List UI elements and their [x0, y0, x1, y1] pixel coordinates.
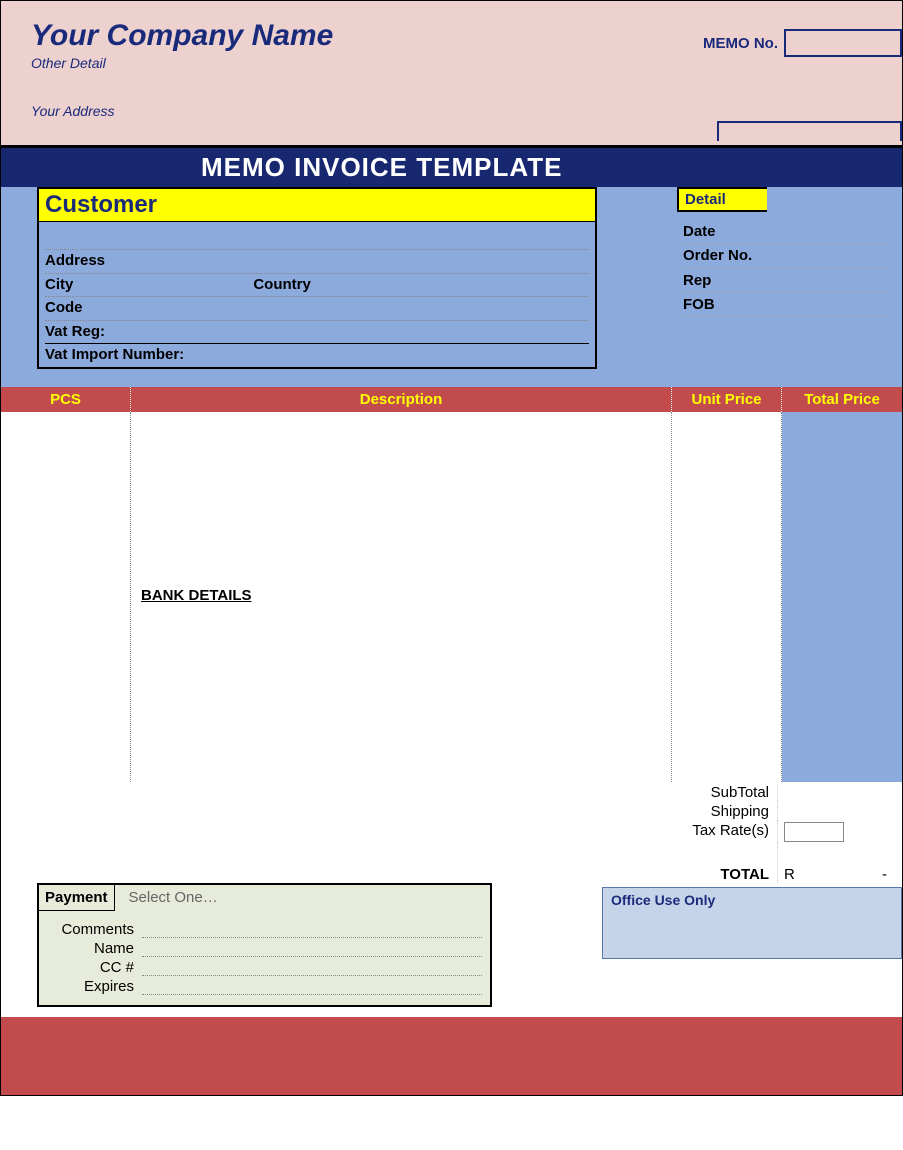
- tax-amount-value: [777, 842, 897, 864]
- payment-heading: Payment: [39, 885, 115, 911]
- country-label: Country: [253, 274, 311, 297]
- vat-reg-label: Vat Reg:: [45, 321, 105, 344]
- office-use-box: Office Use Only: [602, 887, 902, 959]
- tax-rate-label: Tax Rate(s): [582, 820, 777, 842]
- col-description-header: Description: [131, 387, 672, 412]
- bank-details-label: BANK DETAILS: [141, 587, 252, 604]
- customer-block: Customer Address City Country Code Vat R…: [37, 187, 597, 369]
- tax-rate-input[interactable]: [784, 822, 844, 842]
- tax-row: Tax Rate(s): [582, 820, 902, 842]
- memo-no-label: MEMO No.: [703, 35, 778, 52]
- address-label: Address: [45, 250, 105, 273]
- fob-label: FOB: [683, 296, 715, 313]
- pcs-column[interactable]: [1, 412, 131, 782]
- total-dash: -: [882, 866, 887, 883]
- detail-block: Detail Date Order No. Rep FOB: [677, 187, 902, 317]
- name-row[interactable]: Name: [47, 940, 482, 957]
- shipping-value: [777, 801, 897, 820]
- memo-no-input[interactable]: [784, 29, 902, 57]
- shipping-row: Shipping: [582, 801, 902, 820]
- customer-address-row[interactable]: Address: [45, 250, 589, 274]
- summary-section: SubTotal Shipping Tax Rate(s) TOTAL R -: [1, 782, 902, 883]
- invoice-page: Your Company Name Other Detail Your Addr…: [0, 0, 903, 1096]
- order-no-row[interactable]: Order No.: [683, 244, 892, 268]
- memo-sub-input[interactable]: [717, 121, 902, 141]
- your-address: Your Address: [31, 103, 872, 119]
- total-row: TOTAL R -: [582, 864, 902, 883]
- total-currency: R: [784, 866, 795, 883]
- customer-vatreg-row[interactable]: Vat Reg:: [45, 321, 589, 345]
- payment-box: Payment Select One… Comments Name CC # E…: [37, 883, 492, 1007]
- expires-label: Expires: [47, 978, 142, 995]
- subtotal-label: SubTotal: [582, 782, 777, 801]
- fob-row[interactable]: FOB: [683, 293, 892, 317]
- subtotal-row: SubTotal: [582, 782, 902, 801]
- expires-row[interactable]: Expires: [47, 978, 482, 995]
- order-no-label: Order No.: [683, 247, 752, 264]
- cc-label: CC #: [47, 959, 142, 976]
- date-label: Date: [683, 223, 716, 240]
- description-column[interactable]: BANK DETAILS: [131, 412, 672, 782]
- customer-city-row[interactable]: City Country: [45, 274, 589, 298]
- rep-label: Rep: [683, 272, 711, 289]
- comments-row[interactable]: Comments: [47, 921, 482, 938]
- info-section: Customer Address City Country Code Vat R…: [1, 187, 902, 412]
- tax-amount-row: [582, 842, 902, 864]
- col-total-price-header: Total Price: [782, 387, 902, 412]
- customer-heading: Customer: [37, 187, 597, 221]
- other-detail: Other Detail: [31, 55, 872, 71]
- customer-vatimport-row[interactable]: Vat Import Number:: [45, 344, 589, 367]
- cc-row[interactable]: CC #: [47, 959, 482, 976]
- shipping-label: Shipping: [582, 801, 777, 820]
- footer-bar: [1, 1017, 902, 1095]
- date-row[interactable]: Date: [683, 220, 892, 244]
- items-header-row: PCS Description Unit Price Total Price: [1, 387, 902, 412]
- customer-code-row[interactable]: Code: [45, 297, 589, 321]
- lower-section: Payment Select One… Comments Name CC # E…: [1, 883, 902, 1017]
- total-price-column: [782, 412, 902, 782]
- total-value: R -: [777, 864, 897, 883]
- subtotal-value: [777, 782, 897, 801]
- memo-no-group: MEMO No.: [703, 29, 902, 57]
- vat-import-label: Vat Import Number:: [45, 344, 184, 367]
- comments-label: Comments: [47, 921, 142, 938]
- unit-price-column[interactable]: [672, 412, 782, 782]
- col-pcs-header: PCS: [1, 387, 131, 412]
- code-label: Code: [45, 297, 83, 320]
- customer-name-field[interactable]: [45, 228, 589, 250]
- col-unit-price-header: Unit Price: [672, 387, 782, 412]
- total-label: TOTAL: [582, 864, 777, 883]
- name-label: Name: [47, 940, 142, 957]
- items-body: BANK DETAILS: [1, 412, 902, 782]
- payment-select[interactable]: Select One…: [115, 885, 232, 911]
- office-use-label: Office Use Only: [611, 892, 715, 908]
- rep-row[interactable]: Rep: [683, 269, 892, 293]
- title-bar: MEMO INVOICE TEMPLATE: [1, 148, 902, 187]
- detail-heading: Detail: [677, 187, 767, 212]
- header-section: Your Company Name Other Detail Your Addr…: [1, 1, 902, 148]
- city-label: City: [45, 274, 73, 297]
